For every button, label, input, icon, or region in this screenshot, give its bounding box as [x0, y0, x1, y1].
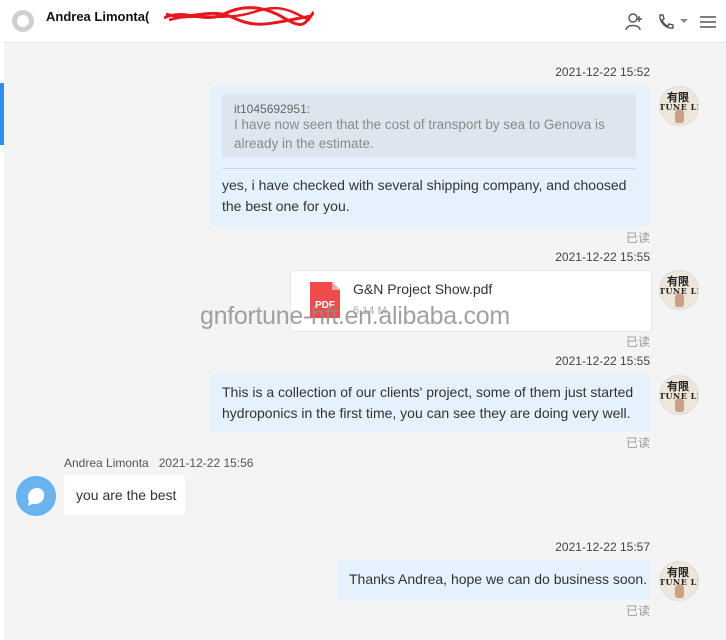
contact-avatar[interactable]	[16, 476, 56, 516]
chat-header: Andrea Limonta(	[4, 0, 726, 43]
my-avatar[interactable]: 有限 TUNE LIN	[659, 375, 699, 415]
file-name: G&N Project Show.pdf	[353, 281, 493, 297]
avatar-face	[675, 109, 684, 123]
my-message-bubble[interactable]: Thanks Andrea, hope we can do business s…	[337, 560, 650, 600]
message-text: you are the best	[76, 487, 177, 503]
read-status: 已读	[625, 436, 650, 450]
read-status: 已读	[625, 604, 650, 618]
caret-down-icon[interactable]	[679, 16, 689, 26]
message-timestamp: 2021-12-22 15:52	[555, 65, 650, 79]
redaction-scribble	[164, 6, 314, 26]
contact-title: Andrea Limonta(	[46, 9, 150, 24]
contact-avatar[interactable]	[12, 10, 34, 32]
my-avatar[interactable]: 有限 TUNE LIN	[659, 561, 699, 601]
message-timestamp: 2021-12-22 15:55	[555, 250, 650, 264]
message-timestamp: 2021-12-22 15:55	[555, 354, 650, 368]
left-edge-accent	[0, 83, 4, 145]
message-text: Thanks Andrea, hope we can do business s…	[349, 571, 648, 587]
message-timestamp: 2021-12-22 15:57	[555, 540, 650, 554]
message-text: This is a collection of our clients' pro…	[222, 384, 634, 421]
my-avatar[interactable]: 有限 TUNE LIN	[659, 86, 699, 126]
read-status: 已读	[625, 231, 650, 245]
avatar-face	[675, 293, 684, 307]
incoming-message-bubble[interactable]: you are the best	[64, 475, 185, 515]
contact-add-icon[interactable]	[624, 12, 644, 32]
menu-icon[interactable]	[698, 12, 718, 32]
message-text: yes, i have checked with several shippin…	[222, 177, 627, 214]
quote-text: I have now seen that the cost of transpo…	[234, 117, 605, 151]
avatar-face	[675, 398, 684, 412]
read-status: 已读	[625, 335, 650, 349]
watermark: gnfortune-hft.en.alibaba.com	[200, 302, 510, 330]
my-message-bubble[interactable]: This is a collection of our clients' pro…	[210, 374, 650, 432]
avatar-face	[675, 584, 684, 598]
chat-bubble-icon	[18, 478, 54, 514]
sender-name: Andrea Limonta	[64, 456, 149, 470]
my-avatar[interactable]: 有限 TUNE LIN	[659, 270, 699, 310]
my-message-bubble[interactable]: it1045692951: I have now seen that the c…	[210, 86, 650, 226]
quoted-message[interactable]: it1045692951: I have now seen that the c…	[222, 94, 636, 158]
message-timestamp: 2021-12-22 15:56	[158, 456, 254, 470]
quote-divider	[222, 168, 636, 169]
phone-icon[interactable]	[656, 12, 676, 32]
incoming-meta: Andrea Limonta 2021-12-22 15:56	[64, 456, 253, 470]
